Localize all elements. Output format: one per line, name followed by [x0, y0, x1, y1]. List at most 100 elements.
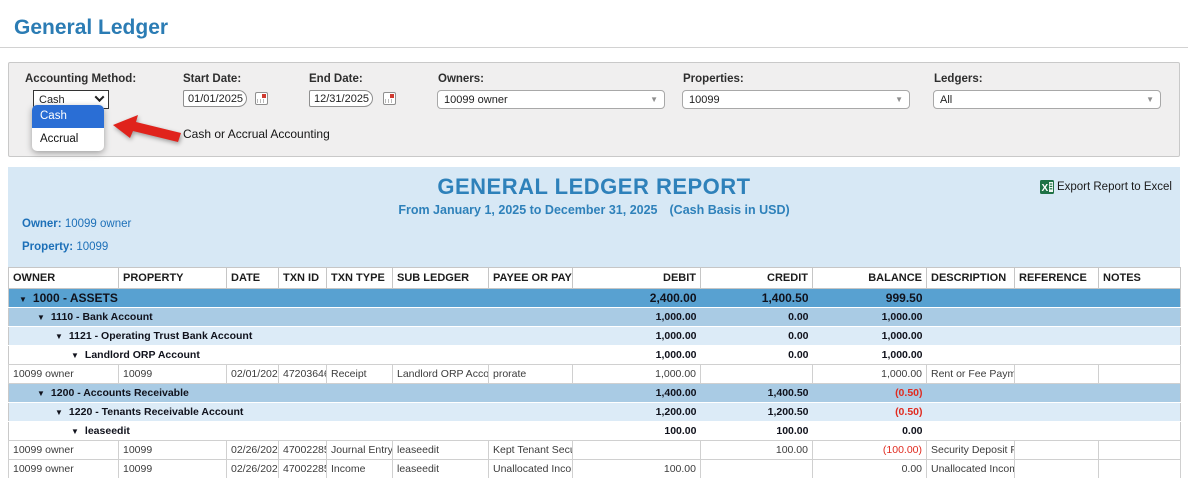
annotation-text: Cash or Accrual Accounting [183, 127, 330, 141]
dropdown-triangle-icon: ▼ [650, 95, 658, 104]
end-date-input[interactable]: 12/31/2025 [309, 90, 373, 107]
column-header-property: PROPERTY [119, 268, 227, 289]
group-row[interactable]: ▼ 1220 - Tenants Receivable Account 1,200.… [9, 403, 1181, 422]
cell-sub-ledger: leaseedit [393, 460, 489, 478]
export-label: Export Report to Excel [1057, 181, 1172, 193]
dropdown-option-cash[interactable]: Cash [32, 105, 104, 128]
cell-credit: 100.00 [701, 441, 813, 460]
property-value: 10099 [76, 241, 108, 253]
cell-owner: 10099 owner [9, 460, 119, 478]
group-balance: (0.50) [813, 403, 927, 422]
table-row[interactable]: 10099 owner1009902/01/202547203646Receip… [9, 365, 1181, 384]
cell-balance: 0.00 [813, 460, 927, 478]
cell-date: 02/01/2025 [227, 365, 279, 384]
ledgers-label: Ledgers: [934, 73, 983, 85]
cell-notes [1099, 365, 1181, 384]
dropdown-option-accrual[interactable]: Accrual [32, 128, 104, 151]
group-credit: 1,400.50 [701, 289, 813, 308]
group-debit: 1,000.00 [573, 327, 701, 346]
collapse-icon[interactable]: ▼ [71, 351, 79, 360]
cell-date: 02/26/2025 [227, 441, 279, 460]
start-date-calendar-icon[interactable] [255, 92, 268, 105]
ledgers-value: All [940, 94, 952, 106]
column-header-txn-id: TXN ID [279, 268, 327, 289]
group-row[interactable]: ▼Landlord ORP Account1,000.000.001,000.0… [9, 346, 1181, 365]
group-row[interactable]: ▼1200 - Accounts Receivable1,400.001,400… [9, 384, 1181, 403]
export-to-excel-link[interactable]: X Export Report to Excel [1040, 180, 1172, 194]
group-label: 1220 - Tenants Receivable Account [69, 406, 243, 418]
cell-txn-id: 47002285 [279, 441, 327, 460]
dropdown-triangle-icon: ▼ [1146, 95, 1154, 104]
owner-label: Owner: [22, 218, 62, 230]
group-label-cell: ▼ 1000 - ASSETS [9, 289, 573, 308]
owners-value: 10099 owner [444, 94, 508, 106]
chevron-down-icon [95, 92, 105, 102]
collapse-icon[interactable]: ▼ [55, 332, 63, 341]
owners-select[interactable]: 10099 owner ▼ [437, 90, 665, 109]
start-date-label: Start Date: [183, 73, 241, 85]
cell-credit [701, 460, 813, 478]
column-header-payee-or-payer: PAYEE OR PAYER [489, 268, 573, 289]
cell-txn-type: Receipt [327, 365, 393, 384]
cell-owner: 10099 owner [9, 365, 119, 384]
table-row[interactable]: 10099 owner1009902/26/202547002285Journa… [9, 441, 1181, 460]
group-debit: 1,000.00 [573, 308, 701, 327]
accounting-method-options: CashAccrual [32, 105, 104, 151]
general-ledger-table: OWNERPROPERTYDATETXN IDTXN TYPESUB LEDGE… [8, 267, 1181, 478]
group-debit: 1,200.00 [573, 403, 701, 422]
end-date-value: 12/31/2025 [314, 93, 369, 105]
start-date-value: 01/01/2025 [188, 93, 243, 105]
group-label-cell: ▼ 1220 - Tenants Receivable Account [9, 403, 573, 422]
start-date-input[interactable]: 01/01/2025 [183, 90, 247, 107]
group-debit: 100.00 [573, 422, 701, 441]
group-balance: 1,000.00 [813, 308, 927, 327]
group-row[interactable]: ▼1121 - Operating Trust Bank Account1,00… [9, 327, 1181, 346]
ledgers-select[interactable]: All ▼ [933, 90, 1161, 109]
collapse-icon[interactable]: ▼ [37, 389, 45, 398]
group-credit: 0.00 [701, 327, 813, 346]
cell-debit: 1,000.00 [573, 365, 701, 384]
group-balance: 1,000.00 [813, 346, 927, 365]
end-date-calendar-icon[interactable] [383, 92, 396, 105]
group-row[interactable]: ▼leaseedit100.00100.000.00 [9, 422, 1181, 441]
group-label-cell: ▼Landlord ORP Account [9, 346, 573, 365]
column-header-sub-ledger: SUB LEDGER [393, 268, 489, 289]
table-header-row: OWNERPROPERTYDATETXN IDTXN TYPESUB LEDGE… [9, 268, 1181, 289]
title-divider [0, 47, 1188, 48]
column-header-date: DATE [227, 268, 279, 289]
cell-description: Security Deposit Forf... [927, 441, 1015, 460]
column-header-debit: DEBIT [573, 268, 701, 289]
column-header-notes: NOTES [1099, 268, 1181, 289]
cell-payee: Kept Tenant Security De... [489, 441, 573, 460]
group-spacer [927, 289, 1181, 308]
properties-select[interactable]: 10099 ▼ [682, 90, 910, 109]
cell-property: 10099 [119, 365, 227, 384]
group-row[interactable]: ▼1110 - Bank Account1,000.000.001,000.00 [9, 308, 1181, 327]
group-spacer [927, 327, 1181, 346]
cell-debit: 100.00 [573, 460, 701, 478]
group-label: 1000 - ASSETS [33, 291, 118, 305]
accounting-method-label: Accounting Method: [25, 73, 136, 85]
accounting-method-value: Cash [39, 94, 65, 106]
column-header-credit: CREDIT [701, 268, 813, 289]
table-row[interactable]: 10099 owner1009902/26/202547002285Income… [9, 460, 1181, 478]
cell-payee: prorate [489, 365, 573, 384]
report-basis: (Cash Basis in USD) [670, 203, 790, 217]
collapse-icon[interactable]: ▼ [19, 295, 27, 304]
cell-credit [701, 365, 813, 384]
excel-icon: X [1040, 180, 1054, 194]
cell-txn-id: 47002285 [279, 460, 327, 478]
column-header-txn-type: TXN TYPE [327, 268, 393, 289]
group-spacer [927, 384, 1181, 403]
report-owner-line: Owner: 10099 owner [22, 218, 131, 230]
cell-txn-type: Income [327, 460, 393, 478]
collapse-icon[interactable]: ▼ [55, 408, 63, 417]
column-header-reference: REFERENCE [1015, 268, 1099, 289]
group-credit: 0.00 [701, 308, 813, 327]
cell-sub-ledger: leaseedit [393, 441, 489, 460]
collapse-icon[interactable]: ▼ [37, 313, 45, 322]
collapse-icon[interactable]: ▼ [71, 427, 79, 436]
cell-txn-id: 47203646 [279, 365, 327, 384]
group-row[interactable]: ▼1000 - ASSETS2,400.001,400.50999.50 [9, 289, 1181, 308]
cell-description: Rent or Fee Payment ... [927, 365, 1015, 384]
